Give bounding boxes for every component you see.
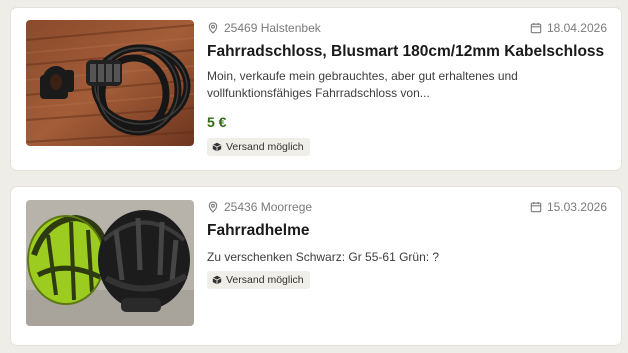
package-icon	[212, 275, 222, 285]
listing-date: 15.03.2026	[530, 200, 607, 214]
listing-title[interactable]: Fahrradhelme	[207, 222, 310, 240]
location: 25469 Halstenbek	[207, 21, 321, 35]
badge-label: Versand möglich	[226, 274, 304, 286]
calendar-icon	[530, 23, 542, 34]
listing-description: Moin, verkaufe mein gebrauchtes, aber gu…	[207, 69, 518, 100]
location: 25436 Moorrege	[207, 200, 312, 214]
bike-lock-photo-icon	[26, 20, 194, 146]
location-text: 25469 Halstenbek	[224, 21, 321, 35]
shipping-badge: Versand möglich	[207, 138, 310, 156]
listing-price: 5 €	[207, 114, 227, 130]
package-icon	[212, 142, 222, 152]
location-pin-icon	[208, 201, 218, 213]
calendar-icon	[530, 202, 542, 213]
listing-date: 18.04.2026	[530, 21, 607, 35]
listing-card[interactable]: 25436 Moorrege 15.03.2026 Fahrradhelme Z…	[11, 187, 621, 345]
date-text: 18.04.2026	[546, 21, 607, 35]
badge-label: Versand möglich	[226, 141, 304, 153]
listing-description: Zu verschenken Schwarz: Gr 55-61 Grün: ?	[207, 250, 440, 264]
date-text: 15.03.2026	[546, 200, 607, 214]
listing-image[interactable]	[26, 200, 194, 326]
location-text: 25436 Moorrege	[224, 200, 313, 214]
shipping-badge: Versand möglich	[207, 271, 310, 289]
bike-helmets-photo-icon	[26, 200, 194, 326]
listing-image[interactable]	[26, 20, 194, 146]
listing-title[interactable]: Fahrradschloss, Blusmart 180cm/12mm Kabe…	[207, 43, 604, 61]
listing-card[interactable]: 25469 Halstenbek 18.04.2026 Fahrradschlo…	[11, 8, 621, 170]
location-pin-icon	[208, 22, 218, 34]
